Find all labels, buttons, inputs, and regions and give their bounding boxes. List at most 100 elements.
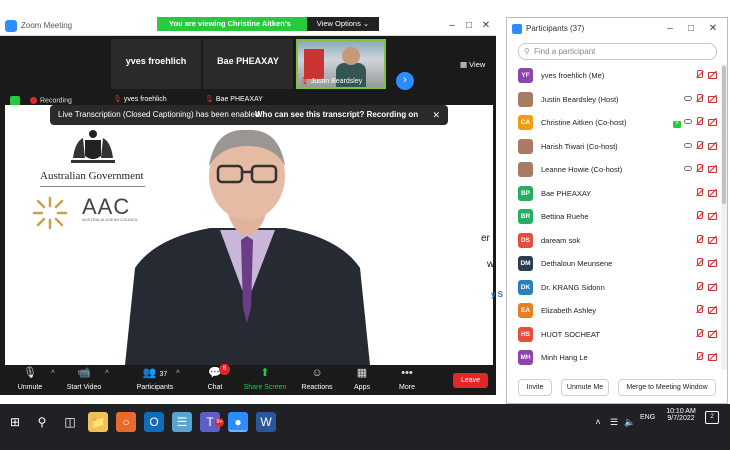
transcript-visibility-link[interactable]: Who can see this transcript? Recording o… [255,105,418,125]
participant-row[interactable]: EA Elizabeth Ashley [507,299,721,323]
chat-button[interactable]: 💬 Chat 8 [188,364,242,391]
australian-coat-of-arms-icon [71,130,115,163]
video-off-icon [708,282,718,291]
windows-start-icon[interactable]: ⊞ [5,412,25,432]
avatar: CA [518,115,533,130]
muted-mic-icon [695,328,704,338]
chevron-up-icon[interactable]: ˄ [51,369,55,376]
shared-screen-text: er [481,233,490,244]
participant-list: YF yves froehlich (Me) Justin Beardsley (H… [507,64,721,370]
participant-row[interactable]: CA Christine Aitken (Co-host) + [507,111,721,135]
participant-name: Christine Aitken (Co-host) [541,118,627,127]
participants-button[interactable]: 👥 37 Participants ˄ [128,367,182,391]
muted-mic-icon: 🎙 [23,367,37,379]
muted-mic-icon [695,305,704,314]
thumbnail-label: 🎙 Bae PHEAXAY [205,96,263,103]
next-page-arrow-icon[interactable]: › [396,72,414,90]
close-icon[interactable]: ✕ [705,22,721,36]
zoom-taskbar-icon[interactable]: ● [228,412,248,432]
maximize-icon[interactable]: □ [461,19,477,33]
task-view-icon[interactable]: ◫ [60,412,80,432]
participant-row[interactable]: BP Bae PHEAXAY [507,182,721,206]
panel-title: Participants (37) [526,24,585,33]
video-off-icon [708,235,718,244]
participant-row[interactable]: Justin Beardsley (Host) [507,88,721,112]
panel-footer: Invite Unmute Me Merge to Meeting Window [507,376,727,402]
video-off-icon [708,117,718,126]
meeting-controls-bar: 🎙 Unmute ˄ 📹 Start Video ˄ 👥 37 Particip… [0,364,496,395]
chevron-up-icon[interactable]: ˄ [105,369,109,376]
participant-status-icons [695,187,718,198]
speaker-video [125,129,370,365]
clock-date: 9/7/2022 [667,415,695,422]
participant-thumbnail[interactable]: Bae PHEAXAY 🎙 Bae PHEAXAY [203,39,293,103]
file-explorer-icon[interactable]: 📁 [88,412,108,432]
avatar [518,138,533,154]
scrollbar[interactable] [721,64,727,370]
outlook-icon[interactable]: O [144,412,164,432]
share-screen-button[interactable]: ⬆ Share Screen [238,367,292,391]
panel-titlebar: Participants (37) – □ ✕ [507,18,727,40]
participant-row[interactable]: Leanne Howie (Co-host) [507,158,721,182]
participant-name: Elizabeth Ashley [541,306,597,315]
close-banner-icon[interactable]: ✕ [432,105,440,125]
minimize-icon[interactable]: – [662,22,678,36]
share-screen-icon: ⬆ [260,367,270,379]
participant-status-icons [684,164,718,174]
participant-row[interactable]: YF yves froehlich (Me) [507,64,721,88]
language-indicator[interactable]: ENG [640,414,655,421]
chat-unread-badge: 8 [219,364,230,375]
muted-mic-icon [695,211,704,220]
search-icon[interactable]: ⚲ [32,412,52,432]
more-button[interactable]: ••• More [380,367,434,391]
participant-row[interactable]: HS HUOT SOCHEAT [507,323,721,347]
participant-status-icons [695,305,718,315]
closed-caption-icon [684,119,692,124]
participant-name: Minh Hang Le [541,353,588,362]
scrollbar-thumb[interactable] [722,66,726,204]
start-video-button[interactable]: 📹 Start Video ˄ [57,367,111,391]
avatar [518,162,533,177]
word-icon[interactable]: W [256,412,276,432]
participant-name: Justin Beardsley (Host) [541,94,619,104]
leave-button[interactable]: Leave [453,373,488,388]
notifications-icon[interactable]: 2 [705,411,719,424]
unmute-me-button[interactable]: Unmute Me [561,379,609,396]
participant-row[interactable]: Harish Tiwari (Co-host) [507,135,721,159]
participant-row[interactable]: BR Bettina Ruehe [507,205,721,229]
video-off-icon [708,141,718,150]
participant-name: Leanne Howie (Co-host) [541,165,623,174]
maximize-icon[interactable]: □ [683,22,699,36]
minimize-icon[interactable]: – [444,19,460,33]
muted-mic-icon [695,93,704,103]
participant-row[interactable]: DS daream sok [507,229,721,253]
notepad-icon[interactable]: ☰ [172,412,192,432]
participant-status-icons [695,352,718,362]
firefox-icon[interactable]: ○ [116,412,136,432]
participants-icon: 👥 37 [142,367,168,379]
unmute-button[interactable]: 🎙 Unmute ˄ [3,367,57,391]
participant-thumbnail[interactable]: yves froehlich 🎙 yves froehlich [111,39,201,103]
merge-to-meeting-window-button[interactable]: Merge to Meeting Window [618,379,716,396]
search-participant-input[interactable]: ⚲ Find a participant [518,43,717,60]
muted-mic-icon [695,164,704,173]
participant-row[interactable]: DM Dethaloun Meunsene [507,252,721,276]
video-off-icon: 📹 [77,367,91,379]
chevron-up-icon[interactable]: ˄ [176,369,180,376]
view-options-button[interactable]: View Options ⌄ [307,17,379,31]
closed-caption-icon [684,166,692,171]
closed-caption-icon [684,95,692,101]
participant-row[interactable]: MH Minh Hang Le [507,346,721,370]
thumbnail-name: Bae PHEAXAY [217,56,279,66]
view-button[interactable]: ▦ View [460,60,485,69]
muted-mic-icon: 🎙 [113,96,122,103]
close-icon[interactable]: ✕ [478,19,494,33]
volume-icon[interactable]: 🔈 [620,412,640,432]
chat-icon: 💬 [208,367,222,379]
banner-text: Live Transcription (Closed Captioning) h… [58,110,260,119]
participant-thumbnail-video[interactable]: 🎙 Justin Beardsley [296,39,386,89]
clock[interactable]: 10:10 AM 9/7/2022 [661,408,701,422]
participant-row[interactable]: DK Dr. KRANG Sidonn [507,276,721,300]
participant-status-icons [695,234,718,245]
invite-button[interactable]: Invite [518,379,552,396]
